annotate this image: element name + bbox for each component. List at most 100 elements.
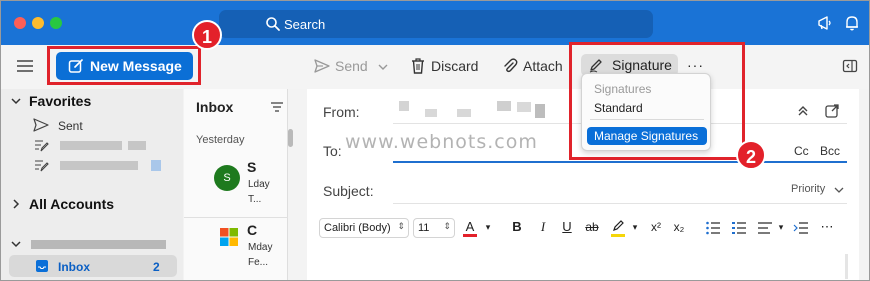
discard-label: Discard xyxy=(431,58,479,74)
highlighter-icon xyxy=(613,220,624,231)
megaphone-icon[interactable] xyxy=(816,14,834,32)
app-window: Search New Message Send Discard Attach S… xyxy=(0,0,870,281)
redacted-text xyxy=(425,109,437,117)
align-icon[interactable] xyxy=(757,220,773,236)
unread-count-badge: 2 xyxy=(153,260,160,274)
redacted-badge xyxy=(151,160,161,171)
message-preview-line: T... xyxy=(248,194,262,205)
chevron-down-icon[interactable] xyxy=(11,239,21,249)
close-window-button[interactable] xyxy=(14,17,26,29)
chevron-down-icon xyxy=(834,187,844,193)
favorites-heading[interactable]: Favorites xyxy=(29,93,91,109)
bcc-button[interactable]: Bcc xyxy=(820,144,840,158)
redacted-text xyxy=(497,101,511,111)
send-icon xyxy=(314,59,330,73)
search-label: Search xyxy=(284,17,326,32)
attach-button[interactable]: Attach xyxy=(501,56,571,78)
draft-pencil-icon xyxy=(35,140,49,152)
highlight-button[interactable] xyxy=(610,219,626,237)
redacted-account-name xyxy=(31,240,166,249)
indent-icon[interactable] xyxy=(793,220,809,236)
scrollbar[interactable] xyxy=(288,129,293,147)
minimize-window-button[interactable] xyxy=(32,17,44,29)
discard-button[interactable]: Discard xyxy=(409,56,489,78)
pop-out-icon[interactable] xyxy=(842,58,858,74)
divider xyxy=(393,203,847,204)
chevron-down-icon[interactable]: ▾ xyxy=(480,219,496,235)
title-bar: Search xyxy=(1,1,869,45)
bold-button[interactable]: B xyxy=(509,219,525,235)
attach-label: Attach xyxy=(523,58,563,74)
bullet-list-icon[interactable] xyxy=(705,220,721,236)
scrollbar[interactable] xyxy=(845,254,848,279)
sidebar-item-label: Inbox xyxy=(58,260,90,274)
pop-out-icon[interactable] xyxy=(824,103,840,119)
send-label: Send xyxy=(335,58,368,74)
message-preview-line: Mday xyxy=(248,242,273,253)
subscript-button[interactable]: x₂ xyxy=(671,219,687,235)
trash-icon xyxy=(412,58,424,74)
send-options-chevron-icon[interactable] xyxy=(377,62,389,72)
message-list: Inbox Yesterday S S Lday T... C Mday Fe.… xyxy=(184,89,293,280)
all-accounts-heading[interactable]: All Accounts xyxy=(29,196,114,212)
priority-dropdown[interactable]: Priority xyxy=(791,183,844,195)
strikethrough-button[interactable]: ab xyxy=(584,219,600,235)
avatar: S xyxy=(214,165,240,191)
hamburger-menu-icon[interactable] xyxy=(17,60,33,72)
chevron-right-icon[interactable] xyxy=(11,199,21,209)
collapse-chevrons-icon[interactable] xyxy=(796,104,810,118)
chevron-down-icon[interactable] xyxy=(11,96,21,106)
annotation-badge: 1 xyxy=(192,20,222,50)
to-label: To: xyxy=(323,143,342,159)
redacted-text xyxy=(128,141,146,150)
redacted-text xyxy=(60,141,122,150)
more-formatting-icon[interactable]: ⋯ xyxy=(819,219,835,235)
draft-pencil-icon xyxy=(35,160,49,172)
from-label: From: xyxy=(323,104,360,120)
chevron-down-icon[interactable]: ▾ xyxy=(627,219,643,235)
italic-button[interactable]: I xyxy=(535,219,551,235)
to-field-underline[interactable] xyxy=(393,161,847,163)
list-item[interactable]: S S Lday T... xyxy=(194,159,284,215)
font-size-value: 11 xyxy=(418,222,430,234)
color-swatch xyxy=(463,234,477,237)
microsoft-logo-icon xyxy=(220,228,238,246)
date-group-label: Yesterday xyxy=(196,134,245,146)
message-preview-line: Fe... xyxy=(248,257,269,268)
inbox-icon xyxy=(36,260,48,272)
zoom-window-button[interactable] xyxy=(50,17,62,29)
stepper-icon: ⇕ xyxy=(443,221,451,231)
divider xyxy=(184,217,288,218)
sender-name: C xyxy=(247,222,258,238)
annotation-badge: 2 xyxy=(736,140,766,170)
numbered-list-icon[interactable] xyxy=(731,220,747,236)
bell-icon[interactable] xyxy=(843,14,861,32)
superscript-button[interactable]: x² xyxy=(648,219,664,235)
redacted-text xyxy=(457,109,471,117)
redacted-text xyxy=(535,104,545,118)
priority-label: Priority xyxy=(791,183,826,195)
font-family-select[interactable]: Calibri (Body) ⇕ xyxy=(319,218,409,238)
list-item[interactable]: C Mday Fe... xyxy=(194,222,284,278)
underline-button[interactable]: U xyxy=(559,219,575,235)
search-icon xyxy=(266,17,280,31)
font-color-icon: A xyxy=(465,219,475,234)
send-icon xyxy=(33,118,49,132)
font-color-button[interactable]: A xyxy=(462,219,478,237)
watermark-text: www.webnots.com xyxy=(345,131,538,153)
sidebar: Favorites Sent All Accounts Inbox 2 xyxy=(1,89,183,280)
filter-icon[interactable] xyxy=(270,101,284,113)
sidebar-item-label: Sent xyxy=(58,119,83,133)
chevron-down-icon[interactable]: ▾ xyxy=(773,219,789,235)
annotation-highlight-box xyxy=(47,46,201,85)
color-swatch xyxy=(611,234,625,237)
redacted-text xyxy=(60,161,138,170)
search-bar[interactable]: Search xyxy=(219,10,653,38)
font-size-select[interactable]: 11 ⇕ xyxy=(413,218,455,238)
sender-name: S xyxy=(247,159,257,175)
cc-button[interactable]: Cc xyxy=(794,144,809,158)
redacted-text xyxy=(399,101,409,111)
stepper-icon: ⇕ xyxy=(397,221,405,231)
sidebar-item-inbox[interactable]: Inbox 2 xyxy=(9,255,177,277)
subject-label: Subject: xyxy=(323,183,374,199)
